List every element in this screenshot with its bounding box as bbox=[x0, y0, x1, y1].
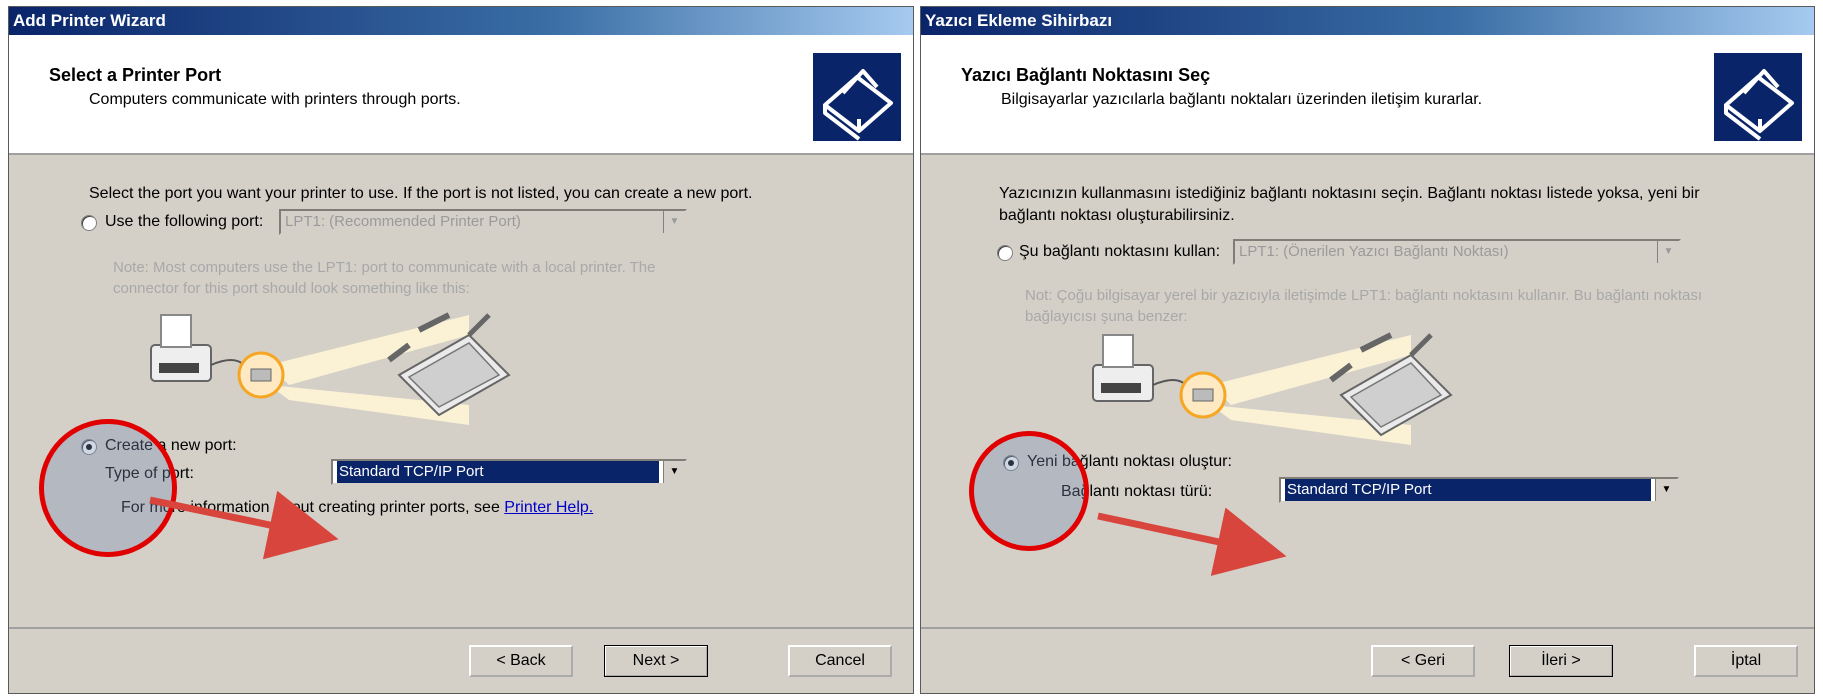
page-subtitle: Computers communicate with printers thro… bbox=[89, 91, 461, 108]
port-type-select[interactable]: Standard TCP/IP Port ▼ bbox=[1279, 477, 1679, 503]
printer-connector-illustration bbox=[150, 312, 511, 425]
wizard-header: Yazıcı Bağlantı Noktasını Seç Bilgisayar… bbox=[921, 35, 1814, 155]
port-note-text: Note: Most computers use the LPT1: port … bbox=[113, 259, 656, 297]
chevron-down-icon[interactable]: ▼ bbox=[1657, 241, 1679, 263]
chevron-down-icon[interactable]: ▼ bbox=[663, 211, 685, 233]
port-type-value: Standard TCP/IP Port bbox=[1285, 479, 1651, 501]
printer-icon bbox=[813, 53, 901, 141]
port-select[interactable]: LPT1: (Recommended Printer Port) ▼ bbox=[279, 209, 687, 235]
chevron-down-icon[interactable]: ▼ bbox=[663, 461, 685, 483]
annotation-circle bbox=[969, 431, 1089, 551]
help-text: For more information about creating prin… bbox=[121, 499, 500, 516]
port-select-value: LPT1: (Önerilen Yazıcı Bağlantı Noktası) bbox=[1239, 243, 1509, 260]
port-select-value: LPT1: (Recommended Printer Port) bbox=[285, 213, 521, 230]
chevron-down-icon[interactable]: ▼ bbox=[1655, 479, 1677, 501]
add-printer-wizard-dialog: Add Printer Wizard Select a Printer Port… bbox=[8, 6, 914, 694]
port-select[interactable]: LPT1: (Önerilen Yazıcı Bağlantı Noktası)… bbox=[1233, 239, 1681, 265]
back-button[interactable]: < Back bbox=[469, 645, 573, 677]
wizard-header: Select a Printer Port Computers communic… bbox=[9, 35, 913, 155]
wizard-body: Select the port you want your printer to… bbox=[9, 155, 913, 629]
wizard-footer: < Back Next > Cancel bbox=[9, 627, 913, 693]
instructions-text: Select the port you want your printer to… bbox=[89, 185, 753, 202]
use-following-port-label: Use the following port: bbox=[105, 213, 264, 230]
port-type-select[interactable]: Standard TCP/IP Port ▼ bbox=[331, 459, 687, 485]
next-button[interactable]: Next > bbox=[604, 645, 708, 677]
wizard-footer: < Geri İleri > İptal bbox=[921, 627, 1814, 693]
use-following-port-label: Şu bağlantı noktasını kullan: bbox=[1019, 243, 1221, 260]
next-button[interactable]: İleri > bbox=[1509, 645, 1613, 677]
printer-icon bbox=[1714, 53, 1802, 141]
back-button[interactable]: < Geri bbox=[1371, 645, 1475, 677]
yazici-ekleme-dialog: Yazıcı Ekleme Sihirbazı Yazıcı Bağlantı … bbox=[920, 6, 1815, 694]
wizard-body: Yazıcınızın kullanmasını istediğiniz bağ… bbox=[921, 155, 1814, 629]
help-text-line: For more information about creating prin… bbox=[121, 499, 593, 517]
instructions-text: Yazıcınızın kullanmasını istediğiniz bağ… bbox=[999, 185, 1700, 224]
page-title: Yazıcı Bağlantı Noktasını Seç bbox=[961, 65, 1211, 85]
port-note-text: Not: Çoğu bilgisayar yerel bir yazıcıyla… bbox=[1025, 287, 1703, 325]
printer-help-link[interactable]: Printer Help. bbox=[504, 499, 593, 516]
window-title: Yazıcı Ekleme Sihirbazı bbox=[921, 7, 1814, 35]
window-title: Add Printer Wizard bbox=[9, 7, 913, 35]
use-following-port-radio[interactable] bbox=[81, 215, 97, 231]
annotation-circle bbox=[39, 419, 177, 557]
port-type-value: Standard TCP/IP Port bbox=[337, 461, 659, 483]
cancel-button[interactable]: Cancel bbox=[788, 645, 892, 677]
printer-connector-illustration bbox=[1092, 332, 1453, 445]
page-title: Select a Printer Port bbox=[49, 65, 222, 85]
page-subtitle: Bilgisayarlar yazıcılarla bağlantı nokta… bbox=[1001, 91, 1483, 108]
cancel-button[interactable]: İptal bbox=[1694, 645, 1798, 677]
use-following-port-radio[interactable] bbox=[997, 245, 1013, 261]
